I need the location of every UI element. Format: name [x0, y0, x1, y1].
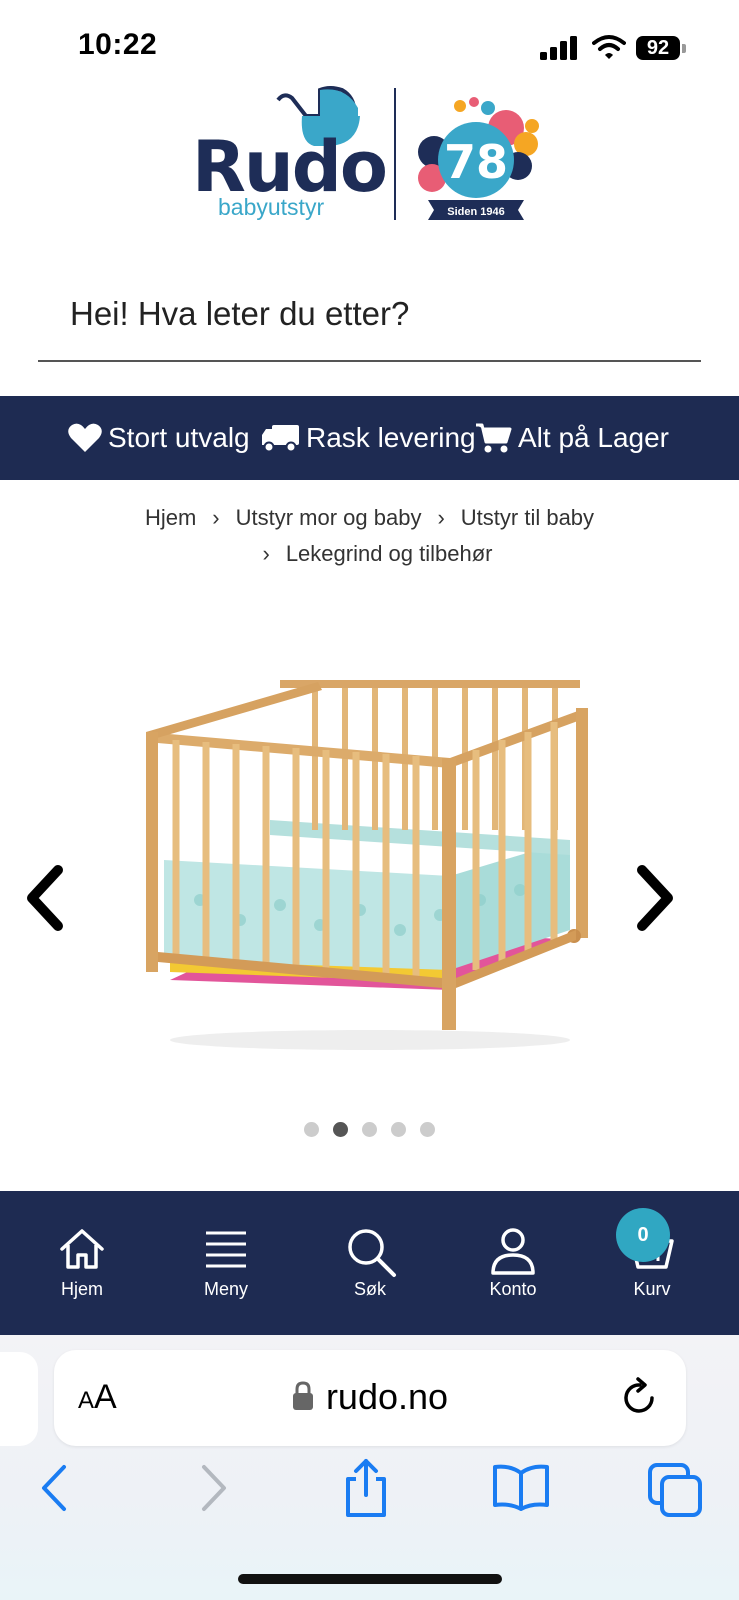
status-time: 10:22: [78, 28, 158, 61]
wifi-icon: [592, 35, 626, 59]
nav-home[interactable]: Hjem: [22, 1191, 142, 1335]
carousel-pagination: [0, 1122, 739, 1142]
nav-account[interactable]: Konto: [453, 1191, 573, 1335]
anniversary-badge: 78 Siden 1946: [418, 97, 539, 220]
nav-menu[interactable]: Meny: [166, 1191, 286, 1335]
next-image-arrow-icon[interactable]: [630, 858, 680, 938]
search-field[interactable]: [38, 270, 701, 362]
carousel-dot[interactable]: [420, 1122, 435, 1137]
truck-icon: [262, 425, 299, 453]
breadcrumb-current[interactable]: Lekegrind og tilbehør: [286, 541, 493, 566]
url-text: rudo.no: [325, 1376, 449, 1417]
cart-count-badge: 0: [616, 1208, 670, 1262]
search-input[interactable]: [68, 288, 672, 340]
previous-tab-preview[interactable]: [0, 1352, 38, 1446]
usp-label: Alt på Lager: [518, 422, 669, 453]
product-image-carousel[interactable]: [0, 600, 739, 1100]
usp-bar: Stort utvalg Rask levering Alt på Lager: [0, 396, 739, 480]
chevron-right-icon: ›: [212, 505, 220, 530]
product-image: [146, 680, 588, 1050]
heart-icon: [68, 423, 102, 452]
home-icon: [60, 1229, 104, 1269]
carousel-dot[interactable]: [391, 1122, 406, 1137]
battery-level: 92: [646, 37, 670, 59]
cart-icon: [476, 423, 512, 453]
carousel-dot[interactable]: [304, 1122, 319, 1137]
breadcrumb-link-mother-baby[interactable]: Utstyr mor og baby: [236, 505, 422, 530]
anniversary-number: 78: [444, 135, 508, 189]
usp-label: Rask levering: [306, 422, 476, 453]
nav-label: Konto: [489, 1279, 537, 1299]
tabs-icon[interactable]: [648, 1463, 704, 1517]
nav-label: Kurv: [633, 1279, 671, 1299]
usp-item-delivery: Rask levering: [260, 396, 476, 480]
back-icon[interactable]: [38, 1463, 70, 1513]
carousel-dot[interactable]: [362, 1122, 377, 1137]
usp-item-stock: Alt på Lager: [476, 396, 669, 480]
address-field[interactable]: rudo.no: [54, 1376, 686, 1418]
forward-icon[interactable]: [198, 1463, 230, 1513]
nav-label: Meny: [203, 1279, 248, 1299]
usp-label: Stort utvalg: [108, 422, 250, 453]
status-bar: 10:22 92: [0, 0, 739, 90]
previous-image-arrow-icon[interactable]: [20, 858, 70, 938]
bookmarks-icon[interactable]: [492, 1463, 550, 1513]
nav-search[interactable]: Søk: [310, 1191, 430, 1335]
chevron-right-icon: ›: [262, 541, 270, 566]
address-bar[interactable]: AA rudo.no: [54, 1350, 686, 1446]
breadcrumb: Hjem › Utstyr mor og baby › Utstyr til baby …: [0, 500, 739, 572]
search-icon: [348, 1229, 396, 1277]
share-icon[interactable]: [342, 1457, 390, 1519]
menu-icon: [206, 1231, 246, 1268]
nav-label: Søk: [353, 1279, 386, 1299]
breadcrumb-link-home[interactable]: Hjem: [145, 505, 196, 530]
reload-icon[interactable]: [620, 1376, 660, 1420]
site-logo[interactable]: Rudo babyutstyr 78 Siden 1946: [0, 86, 739, 226]
cellular-signal-icon: [540, 36, 577, 60]
home-indicator: [238, 1574, 502, 1584]
carousel-dot-active[interactable]: [333, 1122, 348, 1137]
chevron-right-icon: ›: [437, 505, 445, 530]
browser-toolbar: AA rudo.no: [0, 1335, 739, 1600]
breadcrumb-link-baby-equipment[interactable]: Utstyr til baby: [461, 505, 594, 530]
usp-item-selection: Stort utvalg: [68, 396, 250, 480]
anniversary-text: Siden 1946: [447, 206, 504, 218]
user-icon: [491, 1228, 535, 1275]
logo-divider: [394, 88, 396, 220]
brand-subtitle: babyutstyr: [218, 194, 325, 220]
battery-icon: 92: [636, 36, 686, 60]
lock-icon: [292, 1381, 313, 1410]
nav-label: Hjem: [60, 1279, 103, 1299]
